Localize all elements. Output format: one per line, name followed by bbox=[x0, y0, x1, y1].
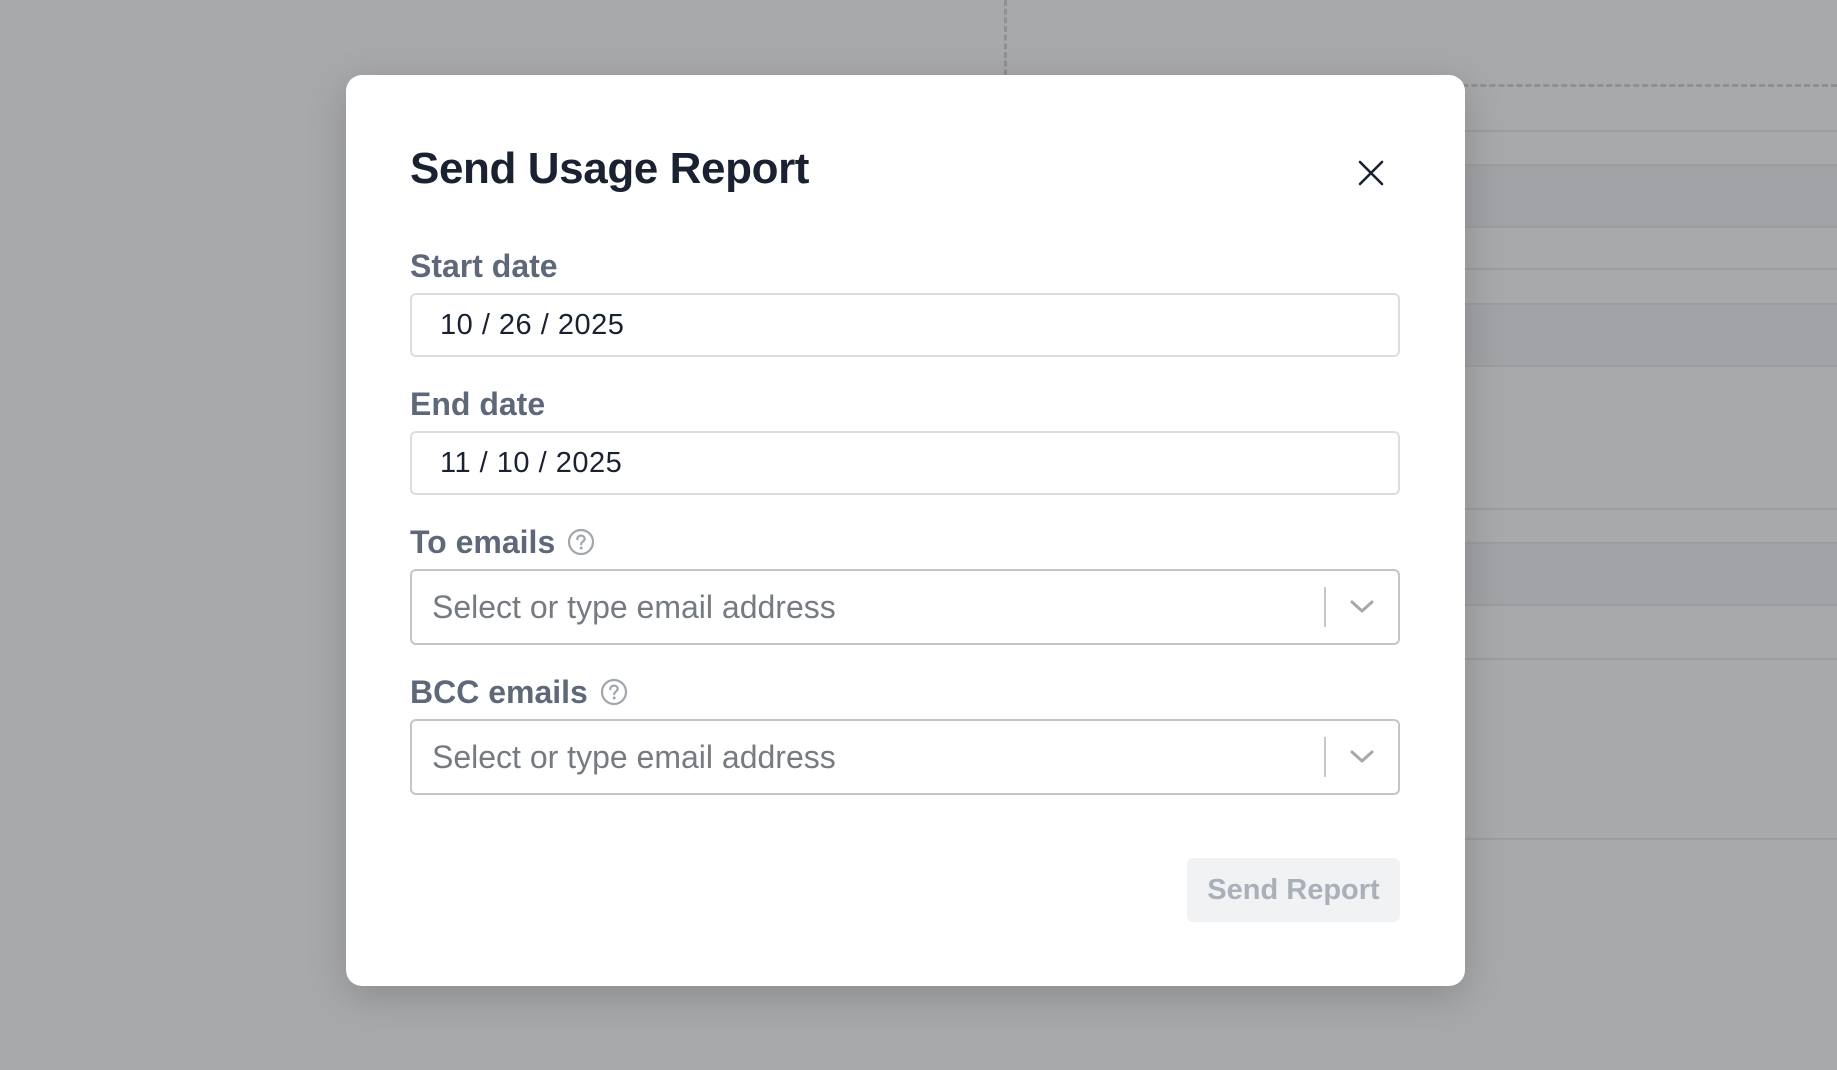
chevron-down-icon bbox=[1350, 600, 1374, 613]
to-emails-label-text: To emails bbox=[410, 524, 556, 560]
close-button[interactable] bbox=[1351, 153, 1391, 193]
background-row-line bbox=[1465, 542, 1837, 544]
background-row bbox=[1465, 303, 1837, 365]
background-row bbox=[1465, 164, 1837, 226]
bcc-emails-label: BCC emails bbox=[410, 673, 628, 711]
start-date-input[interactable]: 10 / 26 / 2025 bbox=[410, 293, 1400, 357]
background-row-line bbox=[1465, 658, 1837, 660]
end-date-label-text: End date bbox=[410, 386, 546, 422]
end-date-value: 11 / 10 / 2025 bbox=[440, 446, 623, 479]
background-dashed-divider bbox=[1004, 0, 1007, 84]
bcc-emails-select[interactable]: Select or type email address bbox=[410, 719, 1400, 795]
send-usage-report-dialog: Send Usage Report Start date 10 / 26 / 2… bbox=[346, 75, 1465, 986]
background-row-line bbox=[1465, 604, 1837, 606]
start-date-label: Start date bbox=[410, 247, 558, 285]
background-row-line bbox=[1465, 130, 1837, 132]
start-date-label-text: Start date bbox=[410, 248, 558, 284]
chevron-down-icon bbox=[1350, 750, 1374, 763]
dialog-title: Send Usage Report bbox=[410, 144, 810, 193]
to-emails-placeholder: Select or type email address bbox=[432, 588, 836, 625]
bcc-emails-label-text: BCC emails bbox=[410, 674, 588, 710]
background-row-line bbox=[1465, 508, 1837, 510]
to-emails-label: To emails bbox=[410, 523, 595, 561]
to-emails-select[interactable]: Select or type email address bbox=[410, 569, 1400, 645]
end-date-label: End date bbox=[410, 385, 545, 423]
background-row-line bbox=[1465, 268, 1837, 270]
help-circle-icon[interactable] bbox=[600, 678, 628, 706]
dropdown-toggle[interactable] bbox=[1326, 571, 1398, 643]
dropdown-toggle[interactable] bbox=[1326, 721, 1398, 793]
start-date-value: 10 / 26 / 2025 bbox=[440, 308, 625, 341]
help-circle-icon[interactable] bbox=[567, 528, 595, 556]
background-row-line bbox=[1465, 164, 1837, 166]
background-row-line bbox=[1465, 303, 1837, 305]
send-report-button[interactable]: Send Report bbox=[1187, 858, 1400, 922]
background-row-line bbox=[1465, 365, 1837, 367]
close-icon bbox=[1358, 160, 1384, 186]
bcc-emails-placeholder: Select or type email address bbox=[432, 738, 836, 775]
background-row bbox=[1465, 542, 1837, 604]
background-row-line bbox=[1465, 838, 1837, 840]
background-row-line bbox=[1465, 226, 1837, 228]
end-date-input[interactable]: 11 / 10 / 2025 bbox=[410, 431, 1400, 495]
